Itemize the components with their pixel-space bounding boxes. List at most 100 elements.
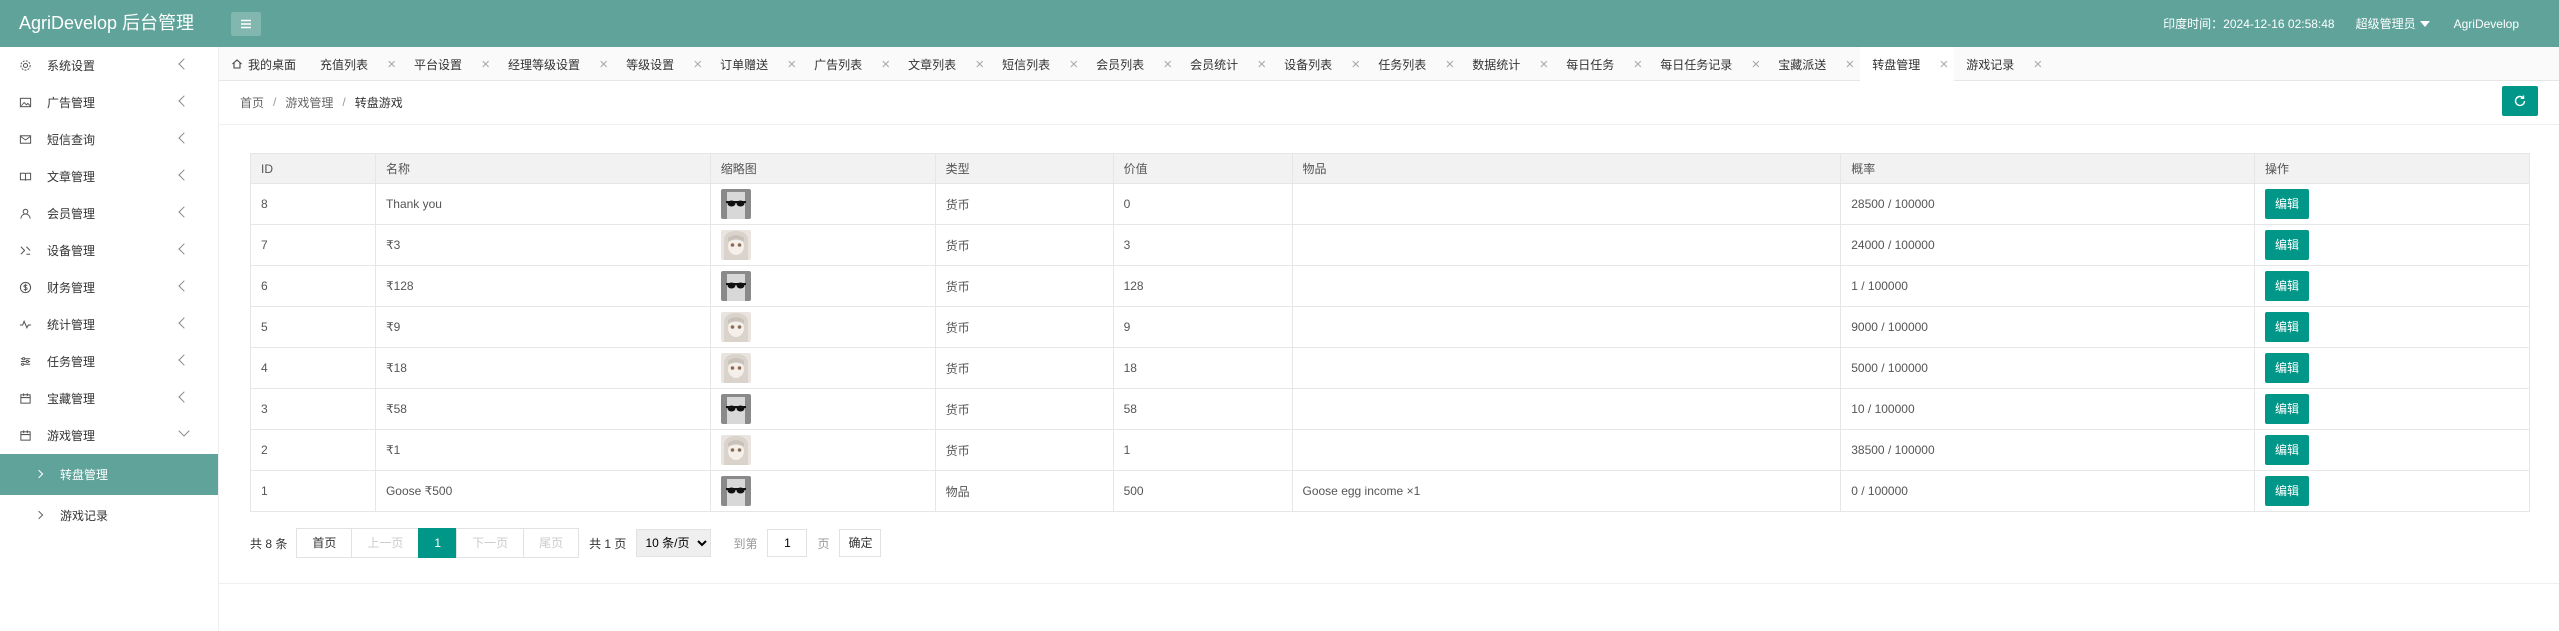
user-role-menu[interactable]: 超级管理员 <box>2356 15 2430 32</box>
sidebar-item[interactable]: 财务管理 <box>0 269 218 306</box>
edit-button[interactable]: 编辑 <box>2265 312 2310 342</box>
menu-toggle-button[interactable] <box>231 12 261 36</box>
cell-thumbnail <box>709 429 936 471</box>
sidebar-item-label: 统计管理 <box>47 318 96 332</box>
tab[interactable]: 我的桌面 <box>219 47 308 81</box>
tab-label: 我的桌面 <box>248 57 297 72</box>
edit-button[interactable]: 编辑 <box>2265 476 2310 506</box>
tab[interactable]: 每日任务 × <box>1554 47 1648 81</box>
pager-first-button[interactable]: 首页 <box>296 528 353 558</box>
tab[interactable]: 经理等级设置 × <box>496 47 614 81</box>
hamburger-icon <box>241 19 251 29</box>
sidebar-subitem[interactable]: 游戏记录 <box>0 495 218 536</box>
edit-button[interactable]: 编辑 <box>2265 435 2310 465</box>
close-icon[interactable]: × <box>2034 56 2043 73</box>
edit-button[interactable]: 编辑 <box>2265 353 2310 383</box>
pager-page-1[interactable]: 1 <box>418 528 458 558</box>
close-icon[interactable]: × <box>1351 56 1360 73</box>
close-icon[interactable]: × <box>481 56 490 73</box>
breadcrumb-home[interactable]: 首页 <box>240 94 264 111</box>
sidebar-item[interactable]: 会员管理 <box>0 195 218 232</box>
pager-confirm-button[interactable]: 确定 <box>839 529 882 557</box>
close-icon[interactable]: × <box>1069 56 1078 73</box>
sidebar-item[interactable]: 短信查询 <box>0 121 218 158</box>
sidebar-item[interactable]: 系统设置 <box>0 47 218 84</box>
tab[interactable]: 任务列表 × <box>1366 47 1460 81</box>
tab-label: 平台设置 <box>414 57 463 72</box>
cell-action: 编辑 <box>2254 470 2530 512</box>
pager-prev-button[interactable]: 上一页 <box>351 528 420 558</box>
close-icon[interactable]: × <box>975 56 984 73</box>
tab[interactable]: 广告列表 × <box>802 47 896 81</box>
cell-value: 0 <box>1112 183 1293 225</box>
tab[interactable]: 会员统计 × <box>1178 47 1272 81</box>
sidebar-item[interactable]: 任务管理 <box>0 343 218 380</box>
tab[interactable]: 游戏记录 × <box>1954 47 2048 81</box>
page-size-select[interactable]: 10 条/页 <box>636 529 712 557</box>
cell-name: ₹58 <box>374 388 711 430</box>
close-icon[interactable]: × <box>1751 56 1760 73</box>
pager-last-button[interactable]: 尾页 <box>523 528 580 558</box>
site-name-link[interactable]: AgriDevelop <box>2454 17 2519 31</box>
cell-type: 货币 <box>934 347 1114 389</box>
cell-value: 500 <box>1112 470 1293 512</box>
close-icon[interactable]: × <box>787 56 796 73</box>
close-icon[interactable]: × <box>599 56 608 73</box>
sidebar-subitem[interactable]: 转盘管理 <box>0 454 218 495</box>
tab[interactable]: 数据统计 × <box>1460 47 1554 81</box>
sidebar-item[interactable]: 广告管理 <box>0 84 218 121</box>
close-icon[interactable]: × <box>1940 56 1949 73</box>
cell-item <box>1291 388 1842 430</box>
user-icon <box>18 207 32 221</box>
sidebar-item[interactable]: 游戏管理 <box>0 417 218 454</box>
edit-button[interactable]: 编辑 <box>2265 271 2310 301</box>
sidebar-item[interactable]: 文章管理 <box>0 158 218 195</box>
tab[interactable]: 短信列表 × <box>990 47 1084 81</box>
close-icon[interactable]: × <box>1445 56 1454 73</box>
close-icon[interactable]: × <box>1539 56 1548 73</box>
image-icon <box>18 96 32 110</box>
cell-type: 货币 <box>934 183 1114 225</box>
edit-button[interactable]: 编辑 <box>2265 230 2310 260</box>
close-icon[interactable]: × <box>881 56 890 73</box>
refresh-button[interactable] <box>2502 86 2538 116</box>
close-icon[interactable]: × <box>1633 56 1642 73</box>
home-icon <box>232 59 242 69</box>
cell-type: 货币 <box>934 265 1114 307</box>
edit-button[interactable]: 编辑 <box>2265 394 2310 424</box>
tab[interactable]: 充值列表 × <box>308 47 402 81</box>
tab[interactable]: 会员列表 × <box>1084 47 1178 81</box>
tab[interactable]: 设备列表 × <box>1272 47 1366 81</box>
edit-button[interactable]: 编辑 <box>2265 189 2310 219</box>
pager-goto-input[interactable] <box>767 529 808 557</box>
sidebar-item-label: 设备管理 <box>47 244 96 258</box>
tab[interactable]: 文章列表 × <box>896 47 990 81</box>
tab[interactable]: 转盘管理 × <box>1860 47 1955 81</box>
tab[interactable]: 宝藏派送 × <box>1766 47 1860 81</box>
sidebar-item[interactable]: 宝藏管理 <box>0 380 218 417</box>
cell-thumbnail <box>709 224 936 266</box>
pager-count: 共 8 条 <box>250 536 288 551</box>
chevron-left-icon <box>178 391 190 403</box>
close-icon[interactable]: × <box>1257 56 1266 73</box>
sidebar-item[interactable]: 统计管理 <box>0 306 218 343</box>
tab[interactable]: 订单赠送 × <box>708 47 802 81</box>
cell-name: ₹18 <box>374 347 711 389</box>
chevron-left-icon <box>178 280 190 292</box>
close-icon[interactable]: × <box>387 56 396 73</box>
tab[interactable]: 等级设置 × <box>614 47 708 81</box>
tab[interactable]: 平台设置 × <box>402 47 496 81</box>
tab-label: 数据统计 <box>1472 57 1521 72</box>
cell-value: 128 <box>1112 265 1293 307</box>
close-icon[interactable]: × <box>1163 56 1172 73</box>
tab[interactable]: 每日任务记录 × <box>1648 47 1766 81</box>
chevron-left-icon <box>178 317 190 329</box>
sidebar-item[interactable]: 设备管理 <box>0 232 218 269</box>
message-icon <box>18 133 32 147</box>
chevron-left-icon <box>178 169 190 181</box>
close-icon[interactable]: × <box>1846 56 1855 73</box>
pager-next-button[interactable]: 下一页 <box>456 528 525 558</box>
breadcrumb-parent[interactable]: 游戏管理 <box>285 94 333 111</box>
sidebar-item-label: 短信查询 <box>47 133 96 147</box>
close-icon[interactable]: × <box>693 56 702 73</box>
